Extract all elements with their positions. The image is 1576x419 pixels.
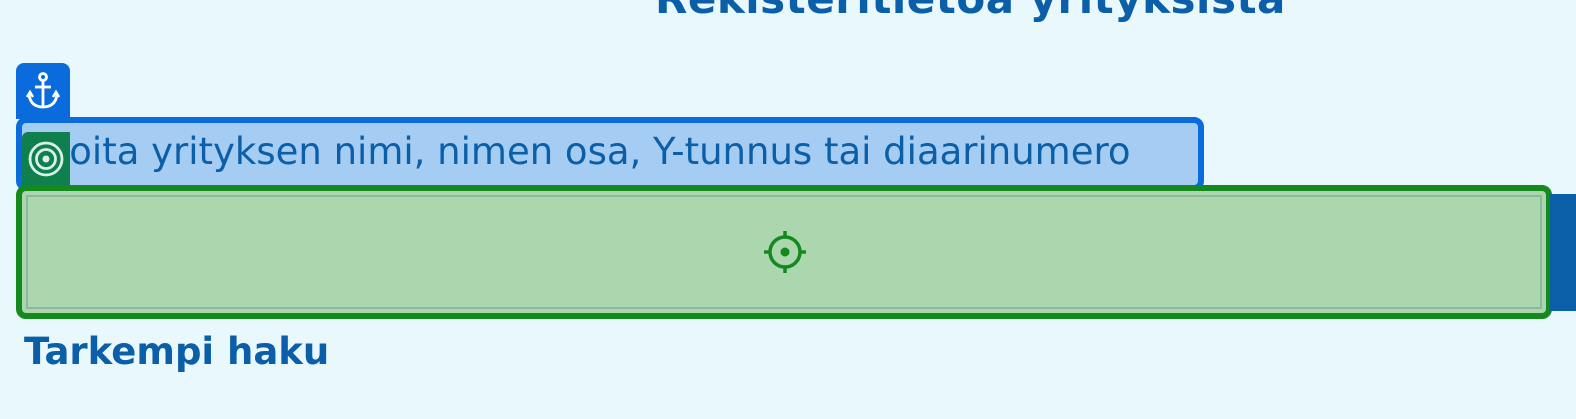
anchor-badge (16, 63, 70, 119)
crosshair-icon (764, 231, 806, 273)
page: Rekisteritietoa yrityksistä joita yrityk… (0, 0, 1576, 419)
page-title: Rekisteritietoa yrityksistä (655, 0, 1286, 23)
search-label: joita yrityksen nimi, nimen osa, Y-tunnu… (59, 130, 1131, 173)
target-badge (22, 132, 70, 185)
search-button[interactable] (1550, 194, 1576, 311)
target-icon (28, 141, 64, 176)
advanced-search-link[interactable]: Tarkempi haku (24, 330, 329, 373)
anchor-icon (25, 72, 61, 109)
